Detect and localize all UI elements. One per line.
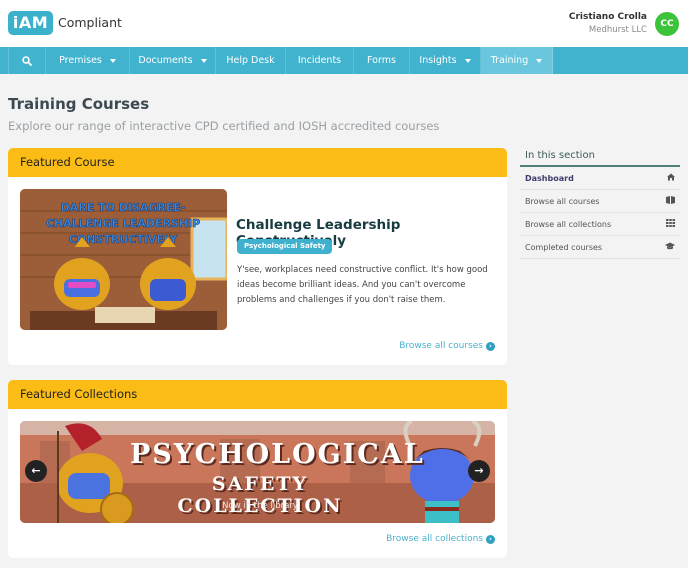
nav-help-desk[interactable]: Help Desk [216,47,286,74]
featured-collections-heading: Featured Collections [8,380,507,409]
banner-subtitle: Now in the library [222,501,298,511]
carousel-next-button[interactable]: → [468,460,490,482]
nav-training[interactable]: Training [481,47,553,74]
featured-collections-card: Featured Collections PSYCHOLOGICAL SAFET… [8,380,507,558]
main-nav: Premises Documents Help Desk Incidents F… [0,47,688,74]
sidebar-item-completed-courses[interactable]: Completed courses [520,236,680,259]
nav-label: Insights [419,55,457,66]
svg-text:DARE TO DISAGREE-: DARE TO DISAGREE- [61,201,186,214]
nav-label: Forms [367,55,396,66]
page-subtitle: Explore our range of interactive CPD cer… [8,119,440,133]
chevron-right-circle-icon: › [486,341,495,351]
course-category-badge: Psychological Safety [237,239,333,254]
featured-course-card: Featured Course DARE TO DISAGREE- CHALLE… [8,148,507,365]
carousel-prev-button[interactable]: ← [25,460,47,482]
nav-label: Incidents [297,55,342,66]
sidebar-item-browse-collections[interactable]: Browse all collections [520,213,680,236]
sidebar-item-label: Browse all collections [525,219,612,229]
logo-text[interactable]: Compliant [58,15,122,30]
course-illustration: DARE TO DISAGREE- CHALLENGE LEADERSHIP C… [20,189,227,330]
collection-banner[interactable]: PSYCHOLOGICAL SAFETY COLLECTION Now in t… [20,421,495,523]
book-icon [666,196,675,206]
grid-icon [666,219,675,229]
nav-label: Documents [138,55,193,66]
svg-text:CHALLENGE LEADERSHIP: CHALLENGE LEADERSHIP [46,217,200,230]
user-organization: Medhurst LLC [588,25,647,35]
chevron-down-icon [464,58,471,63]
top-header: iAM Compliant Cristiano Crolla Medhurst … [0,0,688,47]
chevron-down-icon [200,58,207,63]
sidebar-item-dashboard[interactable]: Dashboard [520,167,680,190]
featured-course-heading: Featured Course [8,148,507,177]
nav-premises[interactable]: Premises [46,47,130,74]
nav-label: Premises [59,55,102,66]
link-label: Browse all courses [399,341,483,351]
browse-all-courses-link[interactable]: Browse all courses › [399,341,495,351]
arrow-left-icon: ← [31,464,41,477]
user-name[interactable]: Cristiano Crolla [569,12,647,22]
sidebar-item-label: Dashboard [525,173,574,183]
chevron-right-circle-icon: › [486,534,495,544]
graduation-cap-icon [665,242,675,252]
course-description: Y'see, workplaces need constructive conf… [237,265,488,305]
avatar[interactable]: CC [655,12,679,36]
banner-title-line1: PSYCHOLOGICAL [130,439,425,470]
nav-forms[interactable]: Forms [354,47,410,74]
nav-search-button[interactable] [8,47,46,74]
home-icon [667,173,675,183]
logo-mark[interactable]: iAM [8,11,53,35]
chevron-down-icon [109,58,116,63]
section-sidebar: In this section Dashboard Browse all cou… [520,148,680,259]
sidebar-title: In this section [520,148,680,167]
browse-all-collections-link[interactable]: Browse all collections › [386,534,495,544]
nav-incidents[interactable]: Incidents [286,47,354,74]
sidebar-item-label: Completed courses [525,242,603,252]
nav-documents[interactable]: Documents [130,47,216,74]
nav-label: Training [490,55,529,66]
arrow-right-icon: → [474,464,484,477]
search-icon [22,55,32,66]
nav-insights[interactable]: Insights [410,47,481,74]
chevron-down-icon [536,58,543,63]
sidebar-item-label: Browse all courses [525,196,600,206]
course-thumbnail[interactable]: DARE TO DISAGREE- CHALLENGE LEADERSHIP C… [20,189,227,330]
nav-label: Help Desk [226,55,275,66]
page-title: Training Courses [8,95,150,113]
link-label: Browse all collections [386,534,483,544]
sidebar-item-browse-courses[interactable]: Browse all courses [520,190,680,213]
